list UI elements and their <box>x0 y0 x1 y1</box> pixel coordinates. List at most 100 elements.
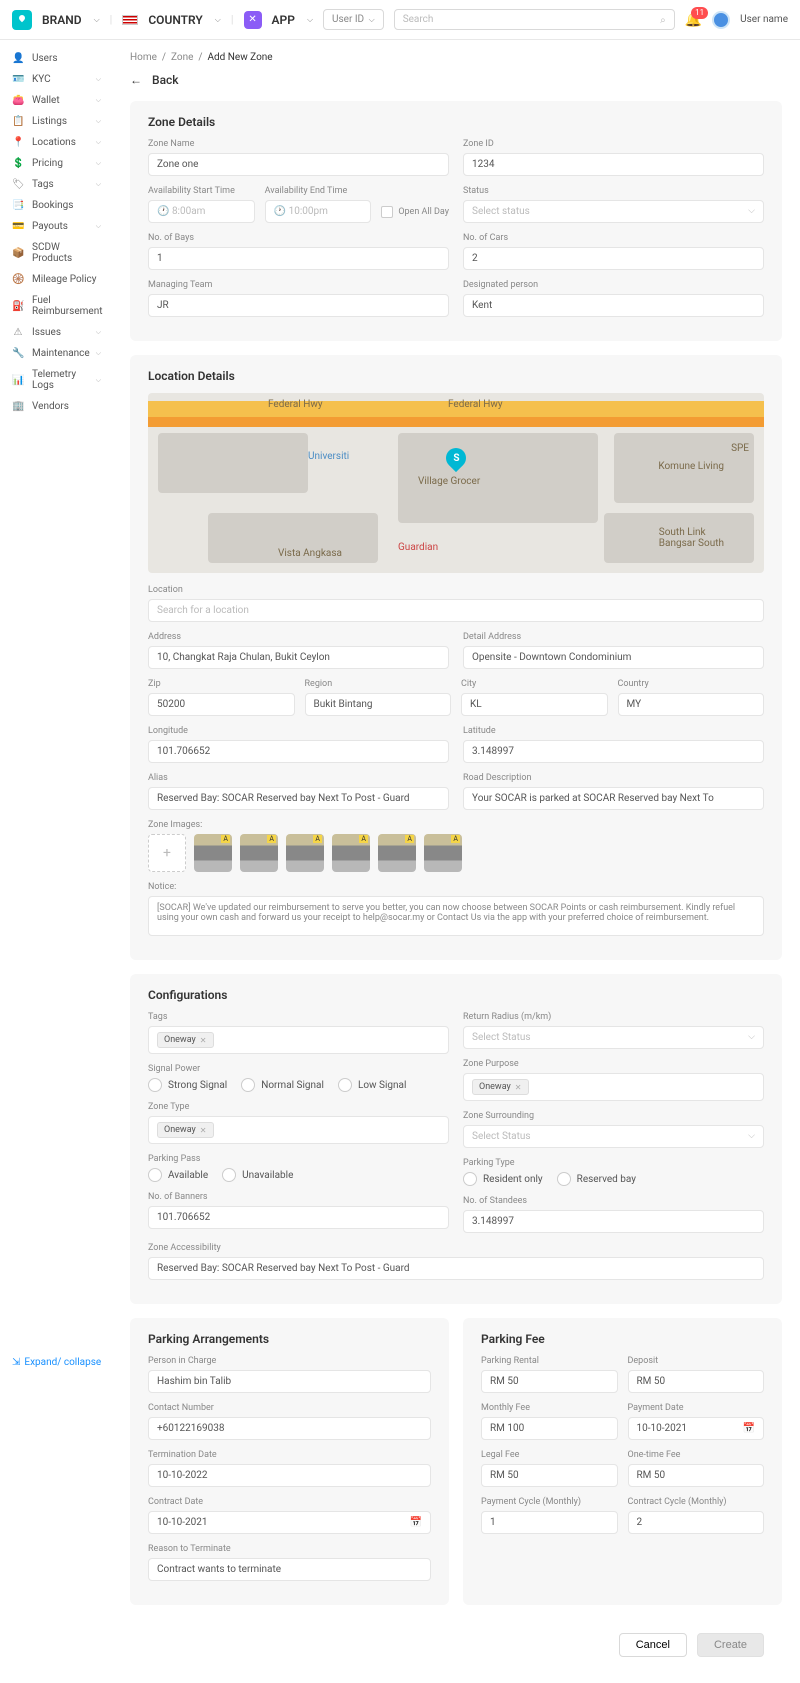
zone-details-card: Zone Details Zone NameZone one Availabil… <box>130 101 782 341</box>
paydate-input[interactable]: 10-10-2021📅 <box>628 1417 765 1440</box>
zone-image-thumb[interactable] <box>424 834 462 872</box>
zone-image-thumb[interactable] <box>194 834 232 872</box>
alias-input[interactable]: Reserved Bay: SOCAR Reserved bay Next To… <box>148 787 449 810</box>
rental-input[interactable]: RM 50 <box>481 1370 618 1393</box>
sidebar-item-maintenance[interactable]: 🔧Maintenance⌵ <box>0 343 111 364</box>
cars-input[interactable]: 2 <box>463 247 764 270</box>
sidebar-icon: 🛞 <box>12 274 24 285</box>
pic-input[interactable]: Hashim bin Talib <box>148 1370 431 1393</box>
accessibility-input[interactable]: Reserved Bay: SOCAR Reserved bay Next To… <box>148 1257 764 1280</box>
sidebar-item-tags[interactable]: 🏷Tags⌵ <box>0 174 111 195</box>
sidebar-item-pricing[interactable]: 💲Pricing⌵ <box>0 153 111 174</box>
onetime-input[interactable]: RM 50 <box>628 1464 765 1487</box>
sidebar-item-users[interactable]: 👤Users <box>0 48 111 69</box>
latitude-input[interactable]: 3.148997 <box>463 740 764 763</box>
parking-type-radios[interactable]: Resident only Reserved bay <box>463 1172 764 1186</box>
sidebar-icon: 📦 <box>12 248 24 259</box>
parking-fee-card: Parking Fee Parking RentalRM 50 DepositR… <box>463 1318 782 1605</box>
user-avatar[interactable] <box>712 11 730 29</box>
team-input[interactable]: JR <box>148 294 449 317</box>
standees-input[interactable]: 3.148997 <box>463 1210 764 1233</box>
sidebar-icon: ⚠ <box>12 327 24 338</box>
open-all-day-checkbox[interactable]: Open All Day <box>381 206 449 218</box>
return-radius-select[interactable]: Select Status <box>463 1026 764 1049</box>
sidebar-item-locations[interactable]: 📍Locations⌵ <box>0 132 111 153</box>
address-input[interactable]: 10, Changkat Raja Chulan, Bukit Ceylon <box>148 646 449 669</box>
sidebar-item-mileage-policy[interactable]: 🛞Mileage Policy <box>0 269 111 290</box>
parking-pass-radios[interactable]: Available Unavailable <box>148 1168 449 1182</box>
notice-textarea[interactable]: [SOCAR] We've updated our reimbursement … <box>148 896 764 936</box>
create-button[interactable]: Create <box>697 1633 764 1657</box>
reason-input[interactable]: Contract wants to terminate <box>148 1558 431 1581</box>
zone-image-thumb[interactable] <box>378 834 416 872</box>
back-button[interactable]: ← Back <box>130 73 782 87</box>
zone-name-input[interactable]: Zone one <box>148 153 449 176</box>
tags-input[interactable]: Oneway✕ <box>148 1026 449 1054</box>
contractcycle-input[interactable]: 2 <box>628 1511 765 1534</box>
zone-id-input[interactable]: 1234 <box>463 153 764 176</box>
zone-image-thumb[interactable] <box>332 834 370 872</box>
monthly-input[interactable]: RM 100 <box>481 1417 618 1440</box>
sidebar-item-payouts[interactable]: 💳Payouts⌵ <box>0 216 111 237</box>
zone-image-thumb[interactable] <box>286 834 324 872</box>
detail-address-input[interactable]: Opensite - Downtown Condominium <box>463 646 764 669</box>
sidebar-item-telemetry-logs[interactable]: 📊Telemetry Logs⌵ <box>0 364 111 396</box>
signal-power-radios[interactable]: Strong Signal Normal Signal Low Signal <box>148 1078 449 1092</box>
app-label[interactable]: APP <box>272 13 295 27</box>
user-id-select[interactable]: User ID ⌵ <box>323 9 384 30</box>
avail-end-input[interactable]: 🕐 10:00pm <box>265 200 372 223</box>
crumb-zone[interactable]: Zone <box>171 52 193 63</box>
sidebar-item-scdw-products[interactable]: 📦SCDW Products <box>0 237 111 269</box>
termination-date-input[interactable]: 10-10-2022 <box>148 1464 431 1487</box>
calendar-icon: 📅 <box>743 1423 755 1434</box>
country-input[interactable]: MY <box>618 693 765 716</box>
username-label[interactable]: User name <box>740 14 788 25</box>
zone-purpose-input[interactable]: Oneway✕ <box>463 1073 764 1101</box>
chevron-down-icon[interactable]: ⌵ <box>215 15 221 25</box>
location-search-input[interactable]: Search for a location <box>148 599 764 622</box>
chevron-down-icon[interactable]: ⌵ <box>307 15 313 25</box>
sidebar-icon: 🔧 <box>12 348 24 359</box>
sidebar: 👤Users🪪KYC⌵👛Wallet⌵📋Listings⌵📍Locations⌵… <box>0 40 112 1683</box>
banners-input[interactable]: 101.706652 <box>148 1206 449 1229</box>
sidebar-item-wallet[interactable]: 👛Wallet⌵ <box>0 90 111 111</box>
city-input[interactable]: KL <box>461 693 608 716</box>
sidebar-item-vendors[interactable]: 🏢Vendors <box>0 396 111 417</box>
chevron-down-icon[interactable]: ⌵ <box>94 15 100 25</box>
longitude-input[interactable]: 101.706652 <box>148 740 449 763</box>
sidebar-icon: ⛽ <box>12 301 24 312</box>
brand-label[interactable]: BRAND <box>42 13 82 27</box>
crumb-home[interactable]: Home <box>130 52 157 63</box>
zone-surrounding-select[interactable]: Select Status <box>463 1125 764 1148</box>
sidebar-item-kyc[interactable]: 🪪KYC⌵ <box>0 69 111 90</box>
expand-collapse-button[interactable]: ⇲ Expand/ collapse <box>12 1357 101 1368</box>
cancel-button[interactable]: Cancel <box>619 1633 687 1657</box>
notifications-bell[interactable]: 🔔11 <box>685 12 702 28</box>
arrow-left-icon: ← <box>130 73 142 87</box>
zip-input[interactable]: 50200 <box>148 693 295 716</box>
person-input[interactable]: Kent <box>463 294 764 317</box>
country-label[interactable]: COUNTRY <box>148 13 202 27</box>
chevron-down-icon: ⌵ <box>96 117 101 126</box>
status-select[interactable]: Select status <box>463 200 764 223</box>
add-image-button[interactable]: + <box>148 834 186 872</box>
chevron-down-icon: ⌵ <box>96 75 101 84</box>
bays-input[interactable]: 1 <box>148 247 449 270</box>
chevron-down-icon: ⌵ <box>96 328 101 337</box>
avail-start-input[interactable]: 🕐 8:00am <box>148 200 255 223</box>
sidebar-item-fuel-reimbursement[interactable]: ⛽Fuel Reimbursement <box>0 290 111 322</box>
zone-image-thumb[interactable] <box>240 834 278 872</box>
contract-date-input[interactable]: 10-10-2021📅 <box>148 1511 431 1534</box>
region-input[interactable]: Bukit Bintang <box>305 693 452 716</box>
sidebar-item-listings[interactable]: 📋Listings⌵ <box>0 111 111 132</box>
map-view[interactable]: Federal Hwy Federal Hwy Universiti Villa… <box>148 393 764 573</box>
paycycle-input[interactable]: 1 <box>481 1511 618 1534</box>
zone-type-input[interactable]: Oneway✕ <box>148 1116 449 1144</box>
sidebar-item-issues[interactable]: ⚠Issues⌵ <box>0 322 111 343</box>
legal-input[interactable]: RM 50 <box>481 1464 618 1487</box>
search-input[interactable]: Search⌕ <box>394 9 675 30</box>
road-desc-input[interactable]: Your SOCAR is parked at SOCAR Reserved b… <box>463 787 764 810</box>
contact-input[interactable]: +60122169038 <box>148 1417 431 1440</box>
deposit-input[interactable]: RM 50 <box>628 1370 765 1393</box>
sidebar-item-bookings[interactable]: 📑Bookings <box>0 195 111 216</box>
